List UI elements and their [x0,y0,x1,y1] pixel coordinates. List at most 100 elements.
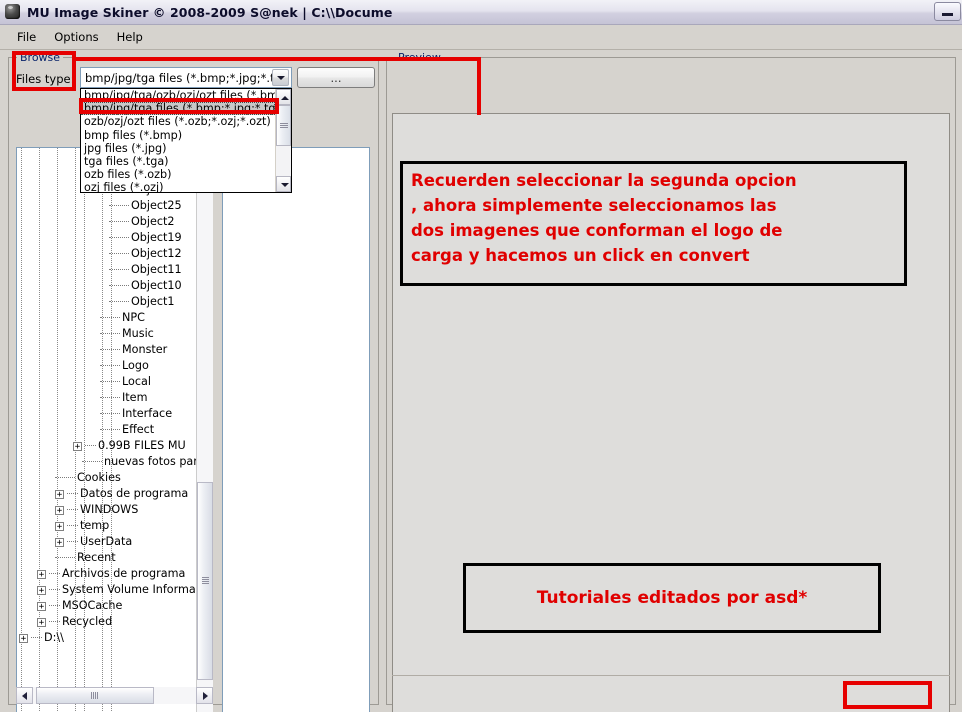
dropdown-option[interactable]: bmp/jpg/tga/ozb/ozj/ozt files (*.bmp;*.j [81,89,275,102]
tree-item[interactable]: Interface [100,406,172,422]
tree-item[interactable]: Object10 [109,278,182,294]
menu-bar: File Options Help [0,25,962,49]
file-list[interactable]: ...pg...pg [222,147,370,712]
tree-item[interactable]: + D:\\ [19,630,64,646]
tree-item-label: Local [122,375,151,388]
tree-item[interactable]: Object19 [109,230,182,246]
tree-connector [49,620,60,622]
tree-connector [100,316,120,318]
scroll-right-icon[interactable] [196,687,213,704]
dropdown-option[interactable]: bmp/jpg/tga files (*.bmp;*.jpg;*.tga) [81,102,275,116]
tree-item[interactable]: Music [100,326,154,342]
tree-item-label: Monster [122,343,168,356]
tree-vscroll-thumb[interactable] [197,482,213,681]
tree-connector [109,236,129,238]
folder-tree[interactable]: Object32Object31Object3Object25Object2Ob… [16,147,212,712]
tree-item-label: WINDOWS [80,503,139,516]
tree-item-label: 0.99B FILES MU [98,439,186,452]
tree-item[interactable]: + MSOCache [37,598,122,614]
tree-connector [100,332,120,334]
tree-expand-icon[interactable]: + [55,521,64,531]
tree-item-label: Interface [122,407,173,420]
tree-item[interactable]: + Recycled [37,614,112,630]
tree-expand-icon[interactable]: + [73,441,82,451]
tree-expand-icon[interactable]: + [55,489,64,499]
tree-item[interactable]: Object12 [109,246,182,262]
files-type-combobox[interactable]: bmp/jpg/tga files (*.bmp;*.jpg;*.tga) [80,67,292,88]
tree-item[interactable]: +0.99B FILES MU [73,438,186,454]
browse-button[interactable]: ... [297,67,375,88]
annotation-line-vertical [477,57,481,115]
annotation-line-horizontal [76,57,481,61]
menu-help[interactable]: Help [108,28,152,46]
window-title: MU Image Skiner © 2008-2009 S@nek | C:\\… [27,4,393,20]
tree-expand-icon[interactable]: + [55,505,64,515]
tree-item[interactable]: + Datos de programa [55,486,188,502]
tree-item[interactable]: Logo [100,358,149,374]
tree-item-label: Object19 [131,231,182,244]
tree-expand-icon[interactable]: + [37,569,46,579]
tree-item[interactable]: Effect [100,422,154,438]
tree-item[interactable]: Object2 [109,214,175,230]
tree-vertical-scrollbar[interactable] [196,147,214,712]
tree-item-label: Datos de programa [80,487,189,500]
title-bar: MU Image Skiner © 2008-2009 S@nek | C:\\… [0,0,962,25]
files-type-dropdown-list[interactable]: bmp/jpg/tga/ozb/ozj/ozt files (*.bmp;*.j… [80,88,292,193]
tree-item[interactable]: + temp [55,518,109,534]
scroll-left-icon[interactable] [16,687,33,704]
dropdown-scroll-track[interactable] [276,105,291,176]
minimize-button[interactable] [934,2,961,21]
tree-item[interactable]: + System Volume Information [37,582,211,598]
tree-item-label: NPC [122,311,145,324]
tree-item[interactable]: Recent [55,550,116,566]
tree-item[interactable]: Item [100,390,147,406]
tree-connector [55,556,75,558]
tree-expand-icon[interactable]: + [37,601,46,611]
annotation-note-1: Recuerden seleccionar la segunda opcion … [400,161,907,286]
tree-item[interactable]: Object11 [109,262,182,278]
tree-vscroll-track[interactable] [197,164,213,712]
tree-hscroll-track[interactable] [33,687,196,704]
dropdown-option[interactable]: bmp files (*.bmp) [81,129,275,142]
dropdown-scroll-down-icon[interactable] [276,176,291,192]
dropdown-option[interactable]: ozb/ozj/ozt files (*.ozb;*.ozj;*.ozt) [81,115,275,128]
chevron-down-icon[interactable] [272,69,289,86]
tree-hscroll-thumb[interactable] [36,687,154,704]
menu-options[interactable]: Options [45,28,107,46]
tree-item-label: nuevas fotos para [104,455,205,468]
tree-connector [100,428,120,430]
dropdown-scrollbar[interactable] [275,89,291,192]
tree-item[interactable]: Object1 [109,294,175,310]
tree-connector [109,252,129,254]
tree-item-label: Object10 [131,279,182,292]
tree-item[interactable]: nuevas fotos para [82,454,205,470]
files-type-combobox-value: bmp/jpg/tga files (*.bmp;*.jpg;*.tga) [85,70,272,85]
tree-horizontal-scrollbar[interactable] [16,687,213,704]
tree-item[interactable]: + WINDOWS [55,502,138,518]
menu-file[interactable]: File [8,28,45,46]
tree-item[interactable]: + Archivos de programa [37,566,185,582]
tree-item-label: Recycled [62,615,113,628]
tree-expand-icon[interactable]: + [55,537,64,547]
tree-item[interactable]: Object25 [109,198,182,214]
tree-item-label: Object25 [131,199,182,212]
tree-connector [100,396,120,398]
dropdown-option[interactable]: ozb files (*.ozb) [81,168,275,181]
tree-item-label: Archivos de programa [62,567,186,580]
tree-item[interactable]: + UserData [55,534,132,550]
files-type-label: Files type: [16,72,75,86]
tree-item[interactable]: Local [100,374,151,390]
tree-item[interactable]: Cookies [55,470,121,486]
dropdown-option[interactable]: jpg files (*.jpg) [81,142,275,155]
tree-connector [100,380,120,382]
tree-item[interactable]: Monster [100,342,167,358]
tree-expand-icon[interactable]: + [19,633,28,643]
dropdown-scroll-thumb[interactable] [276,105,291,147]
dropdown-option[interactable]: ozj files (*.ozj) [81,181,275,192]
tree-item-label: MSOCache [62,599,123,612]
dropdown-option[interactable]: tga files (*.tga) [81,155,275,168]
tree-expand-icon[interactable]: + [37,617,46,627]
tree-expand-icon[interactable]: + [37,585,46,595]
tree-item[interactable]: NPC [100,310,145,326]
dropdown-scroll-up-icon[interactable] [276,89,291,105]
